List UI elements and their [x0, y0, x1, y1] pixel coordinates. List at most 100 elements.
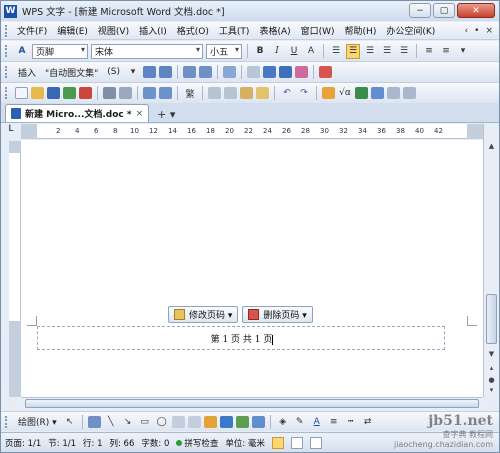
menu-file[interactable]: 文件(F) — [12, 24, 52, 37]
nav-back-icon[interactable]: ‹ — [465, 26, 469, 36]
menu-insert[interactable]: 插入(I) — [134, 24, 172, 37]
vertical-scroll-thumb[interactable] — [486, 294, 497, 344]
switch-header-footer-icon[interactable] — [263, 66, 277, 78]
footer-area[interactable]: 第 1 页 共 1 页 — [37, 326, 445, 350]
close-button[interactable]: ✕ — [457, 3, 495, 18]
draw-menu-button[interactable]: 绘图(R) ▾ — [15, 415, 60, 428]
horizontal-scrollbar[interactable] — [21, 397, 483, 409]
restore-button[interactable]: ▢ — [433, 3, 455, 18]
pdf-export-icon[interactable] — [79, 87, 92, 99]
web-view-button[interactable] — [309, 436, 322, 449]
next-page-icon[interactable]: ▾ — [486, 386, 497, 397]
font-color-button[interactable]: A — [304, 44, 318, 59]
dash-style-icon[interactable]: ┅ — [344, 414, 358, 429]
show-previous-icon[interactable] — [279, 66, 293, 78]
format-painter-icon[interactable] — [256, 87, 269, 99]
research-icon[interactable] — [159, 87, 172, 99]
grip-handle[interactable] — [5, 66, 8, 78]
horizontal-scroll-thumb[interactable] — [25, 399, 479, 408]
document-area[interactable]: 修改页码 ▾ 删除页码 ▾ 第 1 页 共 1 页 — [21, 140, 483, 397]
insert-autotext-label[interactable]: 插入 — [15, 66, 39, 79]
page-view-button[interactable] — [271, 436, 284, 449]
copy-icon[interactable] — [224, 87, 237, 99]
insert-page-count-icon[interactable] — [159, 66, 173, 78]
page-setup-icon[interactable] — [223, 66, 237, 78]
new-tab-button[interactable]: + ▾ — [153, 106, 179, 122]
document-map-icon[interactable] — [387, 87, 400, 99]
line-icon[interactable]: ╲ — [104, 414, 118, 429]
italic-button[interactable]: I — [270, 44, 284, 59]
scroll-up-arrow[interactable]: ▲ — [486, 142, 497, 153]
show-next-icon[interactable] — [295, 66, 309, 78]
line-style-icon[interactable]: ≡ — [327, 414, 341, 429]
menu-table[interactable]: 表格(A) — [254, 24, 295, 37]
footer-text[interactable]: 第 1 页 共 1 页 — [38, 332, 446, 345]
toolbar-options-icon[interactable]: ▾ — [456, 44, 470, 59]
status-unit[interactable]: 单位: 毫米 — [225, 437, 265, 449]
align-left-icon[interactable]: ☰ — [329, 44, 343, 59]
date-icon[interactable] — [183, 66, 197, 78]
cut-icon[interactable] — [208, 87, 221, 99]
vertical-scrollbar[interactable]: ▲ ▼ ▴ ● ▾ — [483, 124, 499, 397]
arrow-icon[interactable]: ↘ — [121, 414, 135, 429]
menu-window[interactable]: 窗口(W) — [296, 24, 340, 37]
minimize-button[interactable]: − — [409, 3, 431, 18]
numbering-icon[interactable]: ≡ — [422, 44, 436, 59]
underline-button[interactable]: U — [287, 44, 301, 59]
justify-icon[interactable]: ☰ — [380, 44, 394, 59]
new-document-icon[interactable] — [15, 87, 28, 99]
print-icon[interactable] — [103, 87, 116, 99]
horizontal-ruler[interactable]: 2 4 6 8 10 12 14 16 18 20 22 24 26 28 30… — [21, 124, 483, 139]
font-select[interactable]: 宋体 — [91, 43, 203, 59]
style-select[interactable]: 页脚 — [32, 43, 88, 59]
picture-icon[interactable] — [251, 415, 265, 428]
line-color-icon[interactable]: ✎ — [293, 414, 307, 429]
select-objects-icon[interactable]: ↖ — [63, 414, 77, 429]
print-preview-icon[interactable] — [119, 87, 132, 99]
tab-stop-selector[interactable]: L — [1, 124, 21, 139]
page-number-symbol[interactable]: (S) — [104, 67, 123, 77]
autotext-button[interactable]: "自动图文集" — [42, 66, 101, 79]
tab-close-icon[interactable]: × — [136, 109, 144, 119]
outline-view-button[interactable] — [290, 436, 303, 449]
wordart-icon[interactable] — [203, 415, 217, 428]
font-size-select[interactable]: 小五 — [206, 43, 242, 59]
grip-handle[interactable] — [5, 415, 8, 428]
oval-icon[interactable]: ◯ — [155, 414, 169, 429]
time-icon[interactable] — [199, 66, 213, 78]
menu-help[interactable]: 帮助(H) — [340, 24, 382, 37]
status-word-count[interactable]: 字数: 0 — [141, 437, 169, 449]
insert-page-number-icon[interactable] — [143, 66, 157, 78]
bold-button[interactable]: B — [253, 44, 267, 59]
insert-table-icon[interactable] — [322, 87, 335, 99]
grip-handle[interactable] — [5, 87, 8, 99]
close-header-footer-icon[interactable] — [319, 66, 333, 78]
insert-picture-icon[interactable] — [355, 87, 368, 99]
menu-close-icon[interactable]: × — [485, 26, 493, 36]
save-icon[interactable] — [47, 87, 60, 99]
fill-color-icon[interactable]: ◈ — [276, 414, 290, 429]
styles-icon[interactable]: A — [15, 44, 29, 59]
spell-check-icon[interactable] — [143, 87, 156, 99]
grip-handle[interactable] — [5, 45, 8, 57]
previous-page-icon[interactable]: ▴ — [486, 364, 497, 375]
vertical-textbox-icon[interactable] — [187, 415, 201, 428]
same-as-previous-icon[interactable] — [247, 66, 261, 78]
traditional-chinese-button[interactable]: 繁 — [183, 86, 197, 101]
open-icon[interactable] — [31, 87, 44, 99]
diagram-icon[interactable] — [219, 415, 233, 428]
align-center-icon[interactable]: ☰ — [346, 43, 360, 59]
distributed-icon[interactable]: ☰ — [397, 44, 411, 59]
menu-options-icon[interactable]: • — [474, 26, 479, 36]
menu-view[interactable]: 视图(V) — [93, 24, 134, 37]
page[interactable]: 修改页码 ▾ 删除页码 ▾ 第 1 页 共 1 页 — [21, 140, 483, 397]
output-icon[interactable] — [63, 87, 76, 99]
menu-tools[interactable]: 工具(T) — [214, 24, 255, 37]
grip-handle[interactable] — [5, 24, 8, 37]
arrow-style-icon[interactable]: ⇄ — [361, 414, 375, 429]
formula-icon[interactable]: √α — [338, 86, 352, 101]
undo-icon[interactable]: ↶ — [280, 86, 294, 101]
document-tab[interactable]: 新建 Micro...文档.doc * × — [5, 104, 150, 122]
scroll-down-arrow[interactable]: ▼ — [486, 350, 497, 361]
menu-edit[interactable]: 编辑(E) — [52, 24, 93, 37]
